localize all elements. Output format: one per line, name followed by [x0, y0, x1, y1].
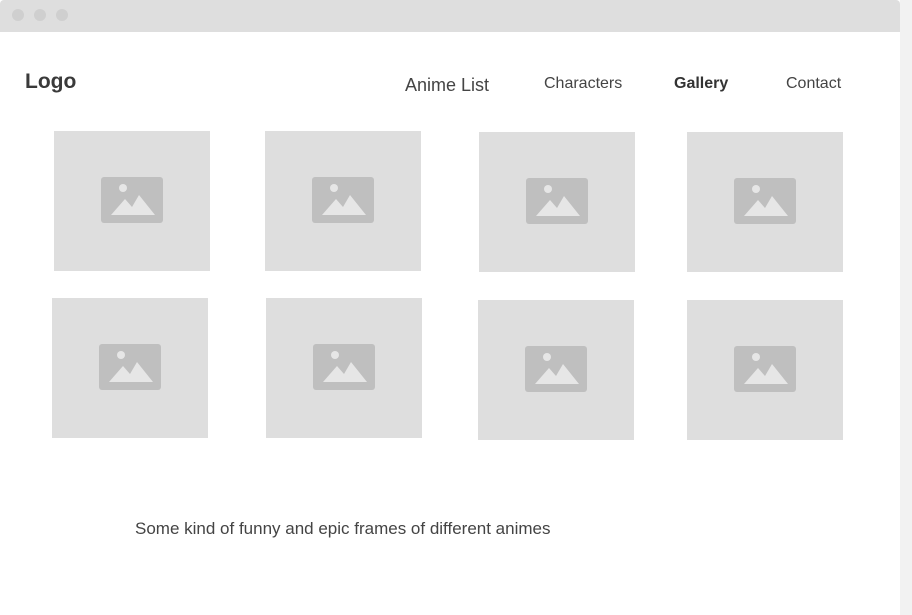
gallery-image[interactable]: [54, 131, 210, 271]
gallery-image[interactable]: [478, 300, 634, 440]
image-placeholder-icon: [312, 177, 374, 223]
site-logo[interactable]: Logo: [25, 70, 76, 94]
window-close-dot[interactable]: [12, 9, 24, 21]
nav-characters[interactable]: Characters: [544, 75, 622, 93]
image-placeholder-icon: [313, 344, 375, 390]
window-maximize-dot[interactable]: [56, 9, 68, 21]
scrollbar-track[interactable]: [900, 0, 912, 615]
nav-anime-list[interactable]: Anime List: [405, 75, 489, 96]
image-placeholder-icon: [526, 178, 588, 224]
image-placeholder-icon: [525, 346, 587, 392]
gallery-caption: Some kind of funny and epic frames of di…: [135, 519, 551, 538]
gallery-image[interactable]: [265, 131, 421, 271]
nav-contact[interactable]: Contact: [786, 75, 841, 93]
nav-gallery[interactable]: Gallery: [674, 75, 728, 93]
window-titlebar: [0, 0, 900, 32]
window-minimize-dot[interactable]: [34, 9, 46, 21]
gallery-image[interactable]: [687, 300, 843, 440]
image-placeholder-icon: [101, 177, 163, 223]
gallery-image[interactable]: [266, 298, 422, 438]
gallery-image[interactable]: [479, 132, 635, 272]
browser-window: Logo Anime List Characters Gallery Conta…: [0, 0, 900, 615]
image-placeholder-icon: [99, 344, 161, 390]
image-placeholder-icon: [734, 346, 796, 392]
gallery-image[interactable]: [52, 298, 208, 438]
gallery-image[interactable]: [687, 132, 843, 272]
image-placeholder-icon: [734, 178, 796, 224]
